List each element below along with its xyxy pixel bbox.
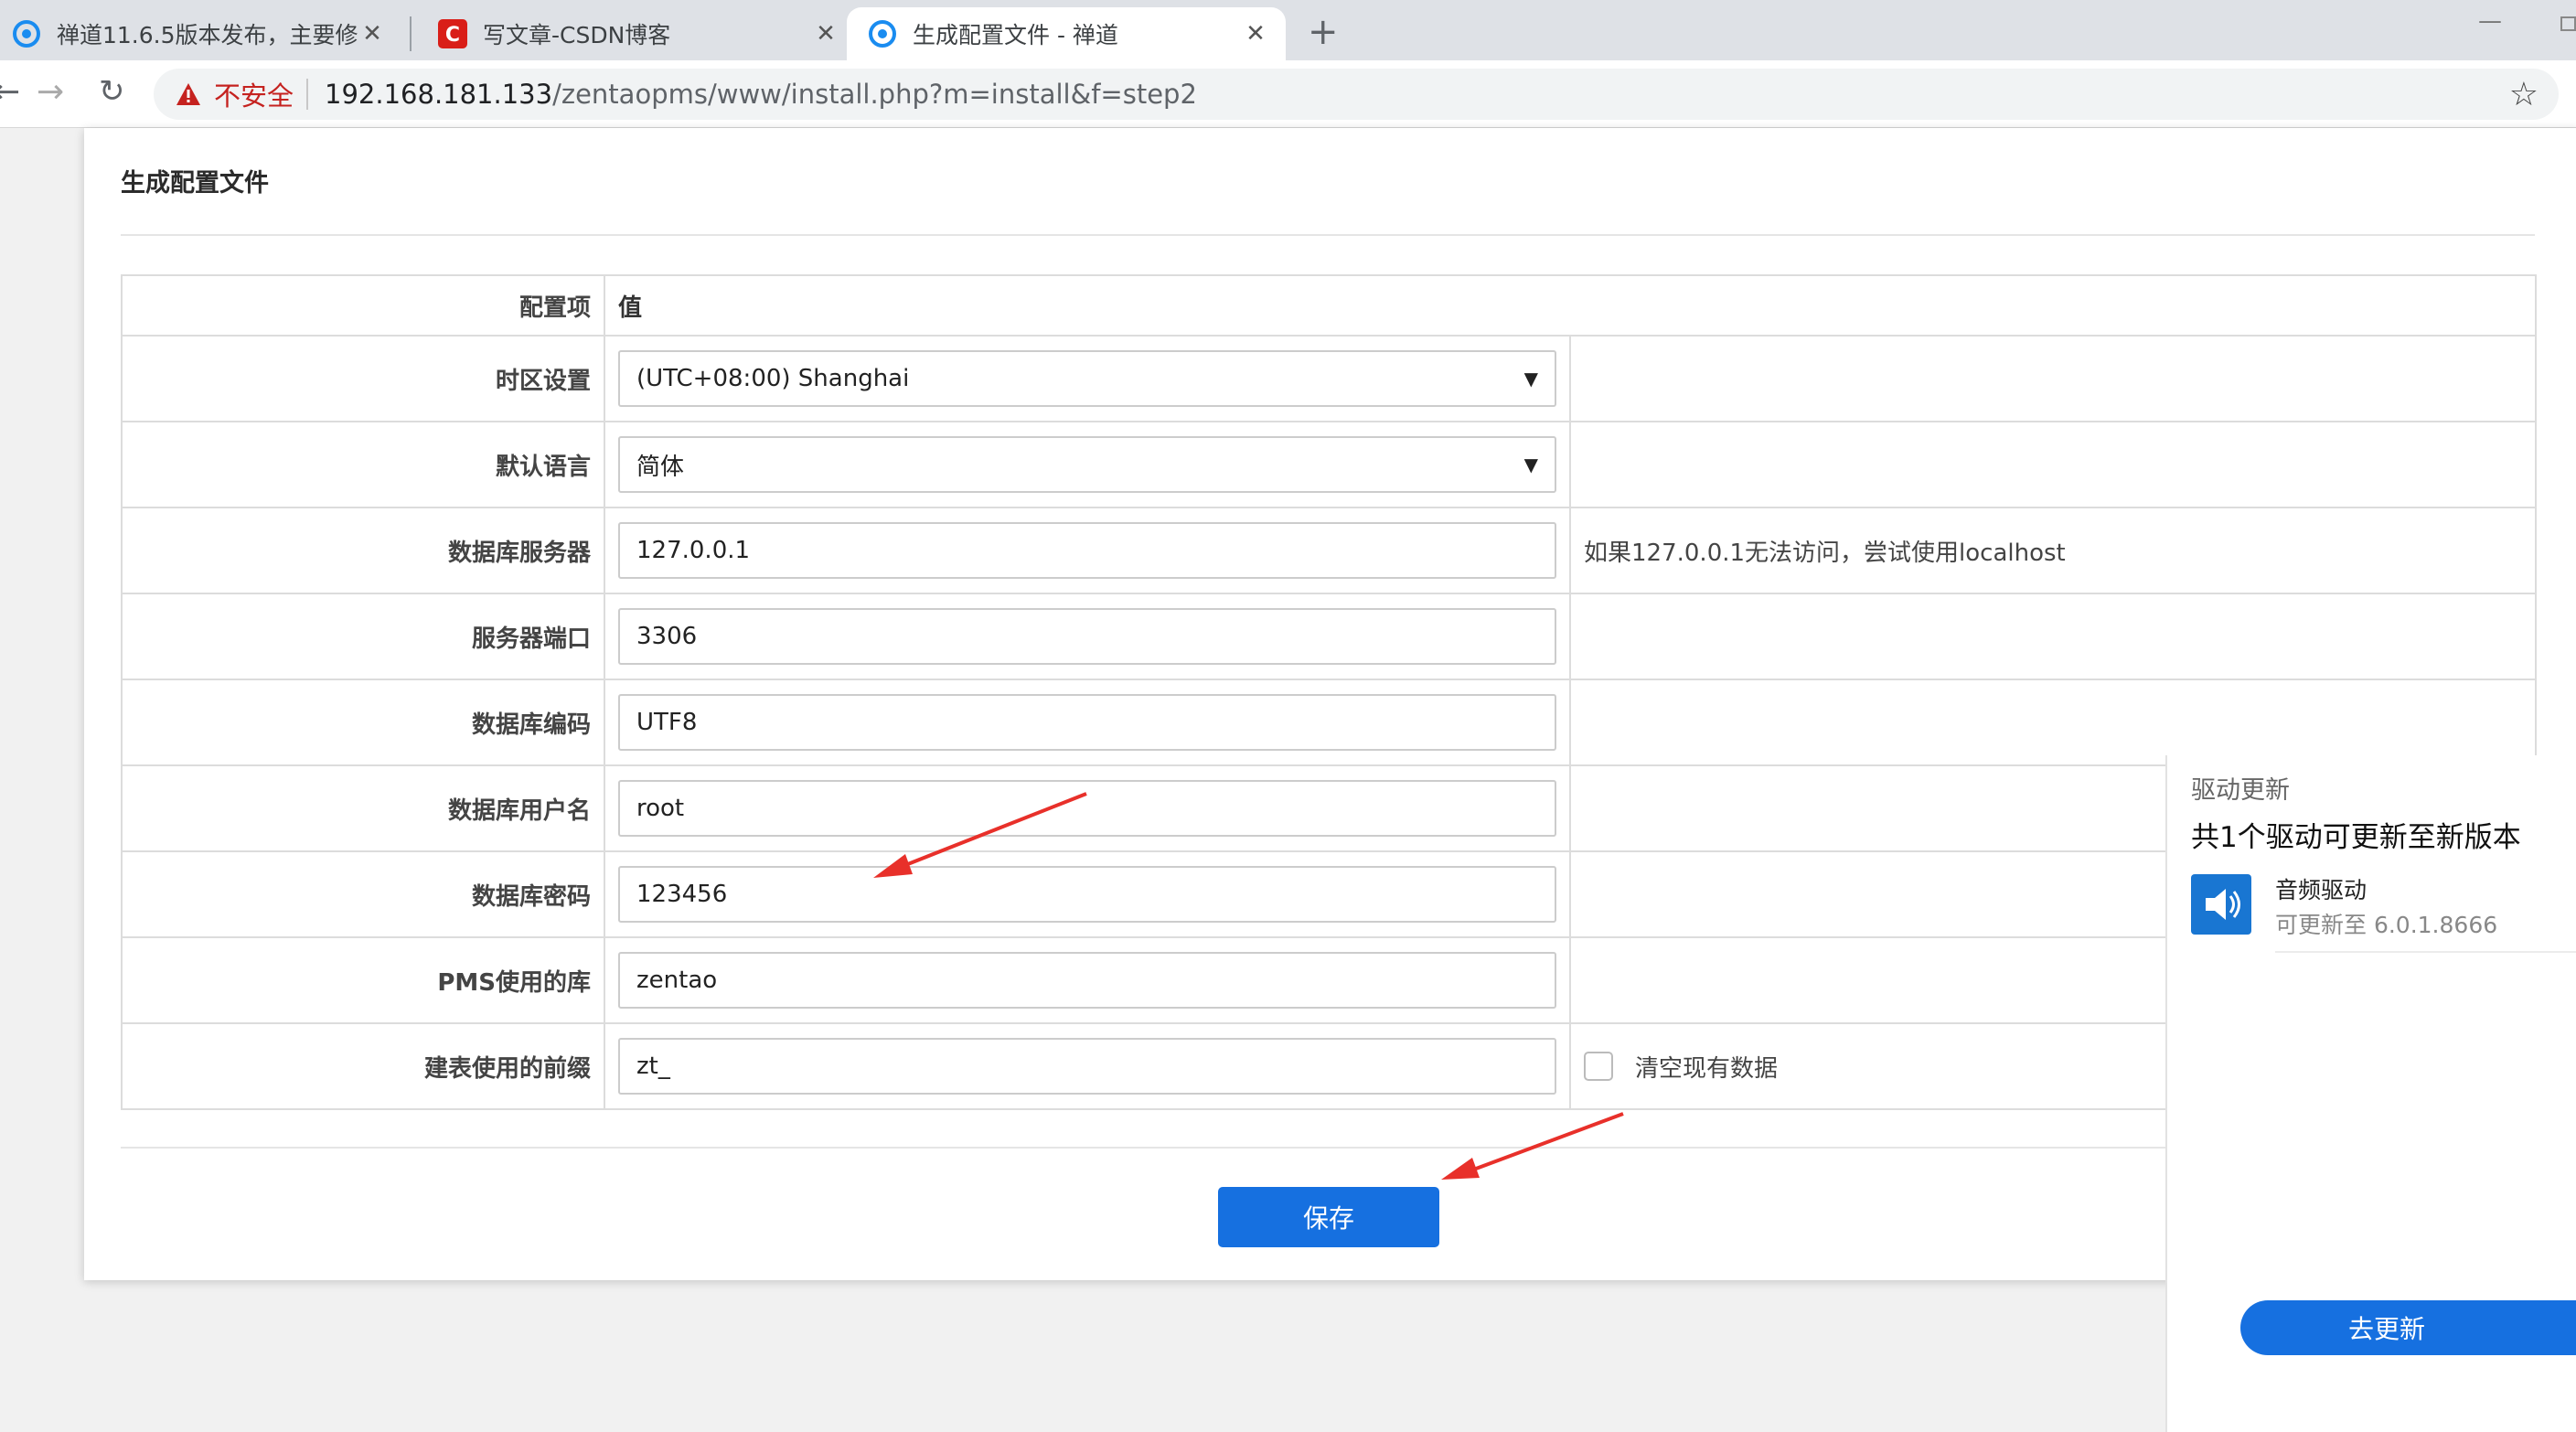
timezone-label: 时区设置 xyxy=(121,335,605,422)
language-value: 简体 xyxy=(636,453,685,481)
table-prefix-input[interactable] xyxy=(618,1038,1556,1095)
table-row: 时区设置 (UTC+08:00) Shanghai ▼ xyxy=(121,335,2538,422)
browser-tab-1[interactable]: 禅道11.6.5版本发布，主要修复b ✕ xyxy=(0,7,402,60)
timezone-select[interactable]: (UTC+08:00) Shanghai ▼ xyxy=(618,350,1556,407)
db-encoding-input[interactable] xyxy=(618,694,1556,751)
table-row: 服务器端口 xyxy=(121,593,2538,680)
zentao-icon xyxy=(867,18,898,49)
header-value: 值 xyxy=(603,274,2538,337)
table-prefix-label: 建表使用的前缀 xyxy=(121,1022,605,1110)
timezone-value: (UTC+08:00) Shanghai xyxy=(636,365,910,392)
tab-title: 禅道11.6.5版本发布，主要修复b xyxy=(57,22,358,48)
close-tab-icon[interactable]: ✕ xyxy=(812,20,839,48)
warning-icon xyxy=(176,83,200,105)
db-port-input[interactable] xyxy=(618,608,1556,665)
dropdown-arrow-icon: ▼ xyxy=(1523,454,1538,476)
db-password-input[interactable] xyxy=(618,866,1556,923)
csdn-icon: C xyxy=(437,18,468,49)
db-encoding-note xyxy=(1568,679,2538,766)
new-tab-icon[interactable]: + xyxy=(1308,11,1339,53)
bookmark-star-icon[interactable]: ☆ xyxy=(2509,76,2539,113)
table-row: 数据库编码 xyxy=(121,679,2538,766)
title-divider xyxy=(121,234,2535,236)
page-title: 生成配置文件 xyxy=(121,169,269,198)
svg-text:C: C xyxy=(445,24,460,47)
timezone-note xyxy=(1568,335,2538,422)
db-user-label: 数据库用户名 xyxy=(121,764,605,852)
tab-strip: 禅道11.6.5版本发布，主要修复b ✕ C 写文章-CSDN博客 ✕ 生成配置… xyxy=(0,0,2576,60)
zentao-icon xyxy=(11,18,42,49)
table-row: 默认语言 简体 ▼ xyxy=(121,421,2538,508)
driver-version: 可更新至 6.0.1.8666 xyxy=(2275,912,2498,938)
db-host-label: 数据库服务器 xyxy=(121,507,605,594)
back-icon[interactable]: ← xyxy=(0,73,20,111)
browser-toolbar: ← → ↻ 不安全 192.168.181.133 /zentaopms/www… xyxy=(0,60,2576,128)
language-note xyxy=(1568,421,2538,508)
reload-icon[interactable]: ↻ xyxy=(99,73,125,110)
db-host-input[interactable] xyxy=(618,522,1556,579)
dropdown-arrow-icon: ▼ xyxy=(1523,368,1538,390)
notification-app-name: 驱动更新 xyxy=(2191,776,2290,805)
clear-data-checkbox[interactable] xyxy=(1584,1052,1613,1081)
tab-divider xyxy=(410,16,412,51)
language-label: 默认语言 xyxy=(121,421,605,508)
address-bar[interactable]: 不安全 192.168.181.133 /zentaopms/www/insta… xyxy=(154,69,2559,120)
notification-divider xyxy=(2275,951,2576,953)
db-user-input[interactable] xyxy=(618,780,1556,837)
forward-icon[interactable]: → xyxy=(37,73,64,111)
db-port-label: 服务器端口 xyxy=(121,593,605,680)
minimize-icon[interactable]: — xyxy=(2478,7,2502,35)
save-button[interactable]: 保存 xyxy=(1218,1187,1439,1247)
notification-heading: 共1个驱动可更新至新版本 xyxy=(2191,821,2521,854)
table-row: 数据库服务器 如果127.0.0.1无法访问，尝试使用localhost xyxy=(121,507,2538,594)
driver-update-notification: 驱动更新 共1个驱动可更新至新版本 音频驱动 可更新至 6.0.1.8666 去… xyxy=(2165,755,2576,1432)
tab-title: 生成配置文件 - 禅道 xyxy=(913,22,1118,48)
browser-tab-3-active[interactable]: 生成配置文件 - 禅道 ✕ xyxy=(847,7,1286,60)
clear-data-label: 清空现有数据 xyxy=(1635,1054,1779,1083)
table-header-row: 配置项 值 xyxy=(121,274,2538,337)
url-divider xyxy=(306,79,309,110)
header-config-item: 配置项 xyxy=(121,274,605,337)
db-host-note: 如果127.0.0.1无法访问，尝试使用localhost xyxy=(1568,507,2538,594)
browser-tab-2[interactable]: C 写文章-CSDN博客 ✕ xyxy=(417,7,856,60)
db-password-label: 数据库密码 xyxy=(121,850,605,938)
url-host: 192.168.181.133 xyxy=(325,79,553,110)
security-label[interactable]: 不安全 xyxy=(214,75,294,113)
db-name-input[interactable] xyxy=(618,952,1556,1009)
driver-name: 音频驱动 xyxy=(2275,877,2368,903)
db-port-note xyxy=(1568,593,2538,680)
update-now-button[interactable]: 去更新 xyxy=(2240,1300,2576,1355)
url-path: /zentaopms/www/install.php?m=install&f=s… xyxy=(552,79,1197,110)
db-name-label: PMS使用的库 xyxy=(121,936,605,1024)
language-select[interactable]: 简体 ▼ xyxy=(618,436,1556,493)
close-tab-icon[interactable]: ✕ xyxy=(358,20,386,48)
tab-title: 写文章-CSDN博客 xyxy=(483,22,671,48)
maximize-icon[interactable] xyxy=(2560,16,2576,31)
db-encoding-label: 数据库编码 xyxy=(121,679,605,766)
speaker-icon xyxy=(2191,874,2251,935)
close-tab-icon[interactable]: ✕ xyxy=(1242,20,1269,48)
